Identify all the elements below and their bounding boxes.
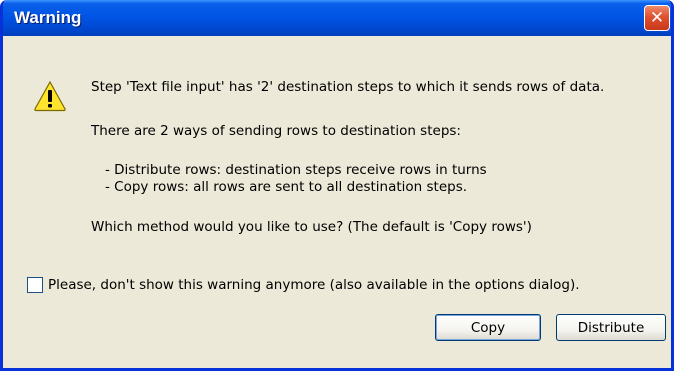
dont-show-again-checkbox[interactable] bbox=[27, 277, 43, 293]
warning-dialog: Warning ✕ Step 'Text file input' has '2'… bbox=[0, 0, 674, 371]
message-question: Which method would you like to use? (The… bbox=[91, 219, 532, 235]
message-line: There are 2 ways of sending rows to dest… bbox=[91, 123, 461, 139]
copy-button[interactable]: Copy bbox=[435, 314, 541, 341]
dont-show-again-label[interactable]: Please, don't show this warning anymore … bbox=[48, 277, 580, 293]
window-title: Warning bbox=[14, 8, 82, 27]
close-icon: ✕ bbox=[649, 7, 665, 28]
distribute-button[interactable]: Distribute bbox=[556, 314, 666, 341]
message-line: Step 'Text file input' has '2' destinati… bbox=[91, 79, 605, 95]
message-bullet: - Distribute rows: destination steps rec… bbox=[105, 162, 487, 178]
title-bar[interactable]: Warning ✕ bbox=[3, 0, 671, 36]
close-button[interactable]: ✕ bbox=[644, 5, 670, 31]
message-bullet: - Copy rows: all rows are sent to all de… bbox=[105, 179, 468, 195]
warning-icon bbox=[34, 80, 66, 112]
dont-show-again-row[interactable]: Please, don't show this warning anymore … bbox=[27, 276, 580, 294]
